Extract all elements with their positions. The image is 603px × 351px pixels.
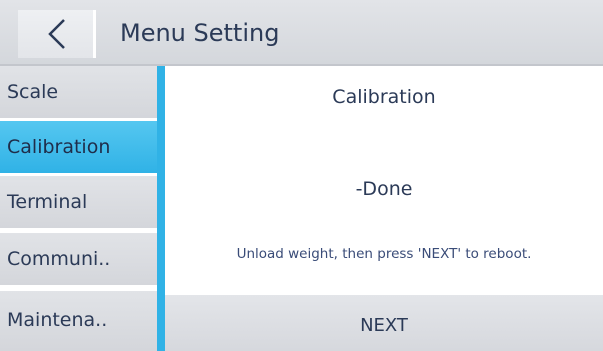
next-button[interactable]: NEXT [165, 295, 603, 351]
instruction-text: Unload weight, then press 'NEXT' to rebo… [236, 246, 532, 262]
panel-title: Calibration [332, 86, 436, 108]
sidebar-accent-bar [157, 66, 165, 351]
sidebar-item-communication[interactable]: Communi.. [0, 233, 157, 285]
sidebar-menu: Scale Calibration Terminal Communi.. Mai… [0, 66, 157, 351]
chevron-left-icon [48, 19, 65, 49]
calibration-panel: Calibration -Done Unload weight, then pr… [165, 66, 603, 351]
sidebar-item-scale[interactable]: Scale [0, 66, 157, 118]
header-bar: Menu Setting [0, 0, 603, 66]
back-button[interactable] [18, 10, 96, 58]
sidebar-item-terminal[interactable]: Terminal [0, 176, 157, 228]
sidebar-item-maintenance[interactable]: Maintena.. [0, 291, 157, 351]
page-title: Menu Setting [120, 19, 280, 47]
sidebar-item-calibration[interactable]: Calibration [0, 121, 157, 173]
calibration-status: -Done [355, 178, 413, 200]
